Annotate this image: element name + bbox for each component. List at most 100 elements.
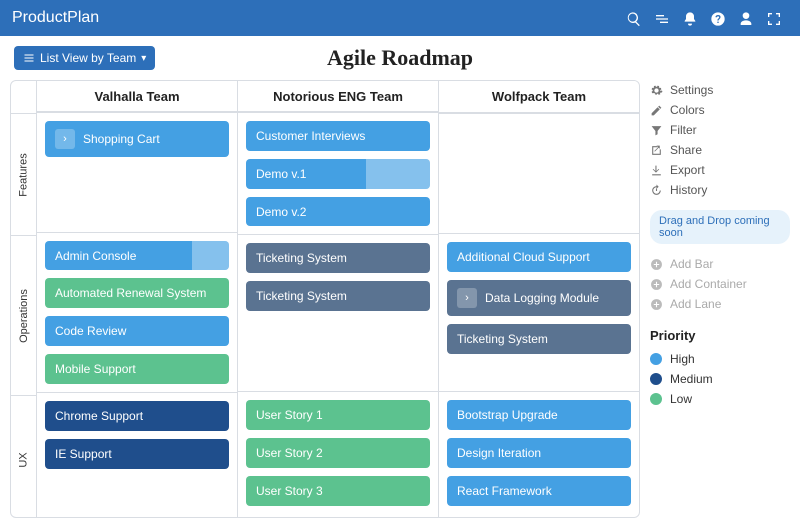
side-item-label: Share [670,143,702,157]
bar-data-logging[interactable]: ›Data Logging Module [447,280,631,316]
side-item-label: Filter [670,123,697,137]
column-header[interactable]: Notorious ENG Team [238,81,438,112]
help-icon[interactable] [704,9,732,26]
legend-medium: Medium [650,369,790,389]
bar-label: Ticketing System [256,251,347,265]
lane-cell [439,113,639,233]
bar-label: Automated Renewal System [55,286,206,300]
bar-label: Demo v.1 [256,167,306,181]
column-valhalla: Valhalla Team › Shopping Cart Admin Conso… [37,81,238,517]
history-icon [650,184,663,197]
bar-label: Ticketing System [256,289,347,303]
side-item-label: Add Container [670,277,747,291]
gear-icon [650,84,663,97]
legend-dot [650,353,662,365]
bar-mobile-support[interactable]: Mobile Support [45,354,229,384]
bar-label: User Story 3 [256,484,323,498]
column-header[interactable]: Valhalla Team [37,81,237,112]
bar-ie-support[interactable]: IE Support [45,439,229,469]
bar-label: Mobile Support [55,362,136,376]
legend-label: Low [670,392,692,406]
view-selector[interactable]: List View by Team ▾ [14,46,155,70]
legend-high: High [650,349,790,369]
lane-cell: › Shopping Cart [37,112,237,231]
bar-admin-console[interactable]: Admin Console [45,241,229,271]
legend-low: Low [650,389,790,409]
lane-cell: Additional Cloud Support ›Data Logging M… [439,233,639,391]
lane-labels: Features Operations UX [11,81,37,517]
lane-cell: Bootstrap Upgrade Design Iteration React… [439,391,639,517]
chevron-down-icon: ▾ [141,53,146,64]
legend-dot [650,393,662,405]
side-share[interactable]: Share [650,140,790,160]
side-export[interactable]: Export [650,160,790,180]
top-bar: ProductPlan [0,0,800,36]
lane-cell: Customer Interviews Demo v.1 Demo v.2 [238,112,438,234]
fullscreen-icon[interactable] [760,9,788,26]
side-item-label: History [670,183,707,197]
search-icon[interactable] [620,9,648,26]
bar-chrome-support[interactable]: Chrome Support [45,401,229,431]
bar-additional-cloud[interactable]: Additional Cloud Support [447,242,631,272]
side-item-label: Add Lane [670,297,721,311]
bar-user-story-2[interactable]: User Story 2 [246,438,430,468]
bar-customer-interviews[interactable]: Customer Interviews [246,121,430,151]
bar-ticketing-3[interactable]: Ticketing System [447,324,631,354]
side-item-label: Export [670,163,705,177]
side-filter[interactable]: Filter [650,120,790,140]
roadmap-board: Features Operations UX Valhalla Team › Sh… [10,80,640,518]
brand: ProductPlan [12,9,99,27]
bar-label: Code Review [55,324,126,338]
side-panel: Settings Colors Filter Share Export Hist… [640,80,790,518]
bell-icon[interactable] [676,9,704,26]
sliders-icon[interactable] [648,9,676,26]
bar-label: React Framework [457,484,552,498]
bar-shopping-cart[interactable]: › Shopping Cart [45,121,229,157]
bar-label: Customer Interviews [256,129,365,143]
side-add-bar: Add Bar [650,254,790,274]
view-selector-label: List View by Team [40,51,136,65]
side-settings[interactable]: Settings [650,80,790,100]
lane-cell: Admin Console Automated Renewal System C… [37,232,237,392]
column-header[interactable]: Wolfpack Team [439,81,639,113]
side-item-label: Settings [670,83,713,97]
chevron-right-icon[interactable]: › [457,288,477,308]
bar-label: Ticketing System [457,332,548,346]
side-history[interactable]: History [650,180,790,200]
chevron-right-icon[interactable]: › [55,129,75,149]
side-add-container: Add Container [650,274,790,294]
bar-label: Shopping Cart [83,132,160,146]
bar-label: Bootstrap Upgrade [457,408,558,422]
bar-automated-renewal[interactable]: Automated Renewal System [45,278,229,308]
plus-circle-icon [650,298,663,311]
bar-label: Chrome Support [55,409,143,423]
bar-code-review[interactable]: Code Review [45,316,229,346]
bar-design-iteration[interactable]: Design Iteration [447,438,631,468]
bar-react-framework[interactable]: React Framework [447,476,631,506]
side-add-lane: Add Lane [650,294,790,314]
side-item-label: Add Bar [670,257,713,271]
bar-ticketing-2[interactable]: Ticketing System [246,281,430,311]
share-icon [650,144,663,157]
bar-label: Design Iteration [457,446,541,460]
bar-ticketing-1[interactable]: Ticketing System [246,243,430,273]
side-colors[interactable]: Colors [650,100,790,120]
bar-user-story-3[interactable]: User Story 3 [246,476,430,506]
bar-label: User Story 2 [256,446,323,460]
bar-user-story-1[interactable]: User Story 1 [246,400,430,430]
lane-label-operations: Operations [11,235,37,395]
bar-bootstrap-upgrade[interactable]: Bootstrap Upgrade [447,400,631,430]
lane-cell: User Story 1 User Story 2 User Story 3 [238,391,438,517]
column-wolfpack: Wolfpack Team Additional Cloud Support ›… [439,81,639,517]
plus-circle-icon [650,258,663,271]
legend-label: High [670,352,695,366]
pencil-icon [650,104,663,117]
user-icon[interactable] [732,9,760,26]
bar-demo-v1[interactable]: Demo v.1 [246,159,430,189]
column-notorious: Notorious ENG Team Customer Interviews D… [238,81,439,517]
bar-demo-v2[interactable]: Demo v.2 [246,197,430,227]
bar-label: Admin Console [55,249,136,263]
bar-label: Additional Cloud Support [457,250,590,264]
legend-dot [650,373,662,385]
lane-label-ux: UX [11,395,37,518]
